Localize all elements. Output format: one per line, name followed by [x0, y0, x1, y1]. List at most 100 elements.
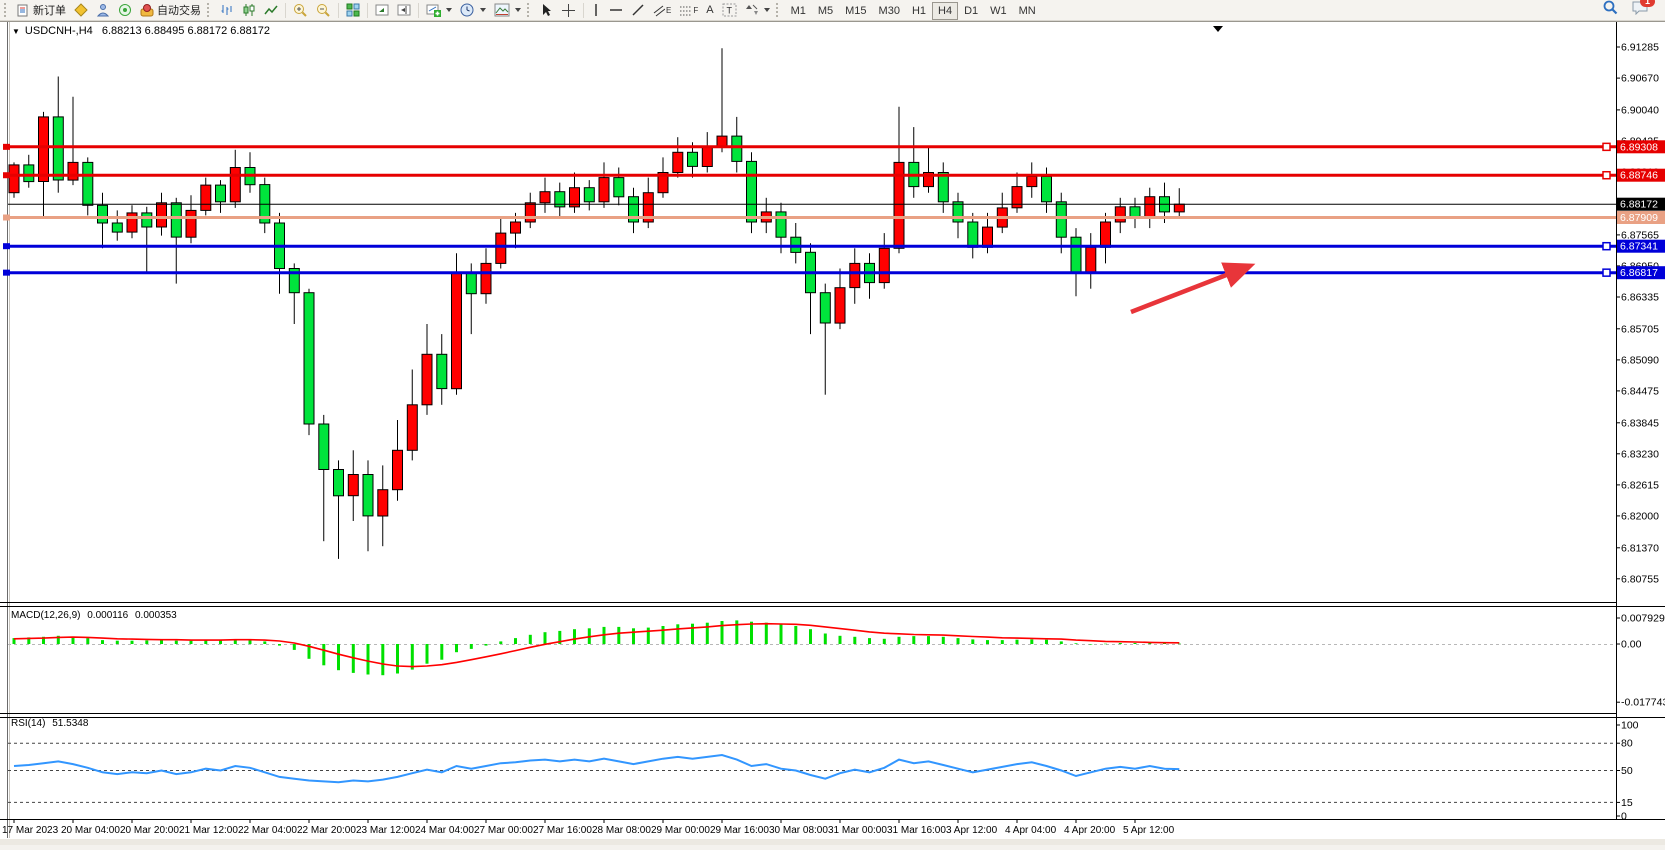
timeframe-group: M1M5M15M30H1H4D1W1MN — [785, 1, 1042, 20]
svg-text:28 Mar 08:00: 28 Mar 08:00 — [592, 825, 651, 836]
vertical-line-icon — [591, 3, 601, 17]
toolbar-grip[interactable] — [527, 3, 534, 17]
channel-icon — [653, 4, 665, 17]
svg-text:31 Mar 00:00: 31 Mar 00:00 — [828, 825, 887, 836]
zoom-in-button[interactable] — [289, 1, 312, 19]
symbols-button[interactable] — [70, 1, 92, 19]
svg-text:100: 100 — [1621, 720, 1639, 732]
signals-button[interactable] — [114, 1, 136, 19]
rsi-value: 51.5348 — [52, 718, 88, 729]
macd-label: MACD(12,26,9) 0.000116 0.000353 — [11, 610, 177, 621]
auto-scroll-button[interactable] — [371, 1, 393, 19]
svg-text:6.90670: 6.90670 — [1621, 73, 1659, 85]
toolbar-grip[interactable] — [776, 3, 783, 17]
chart-window: ▼USDCNH-,H4 6.88213 6.88495 6.88172 6.88… — [0, 21, 1665, 845]
resistance-line-2-handle[interactable] — [1603, 172, 1610, 179]
timeframe-d1-button[interactable]: D1 — [958, 2, 984, 20]
toolbar-grip[interactable] — [207, 3, 214, 17]
chart-shift-button[interactable] — [393, 1, 415, 19]
svg-text:20 Mar 20:00: 20 Mar 20:00 — [120, 825, 179, 836]
profiles-button[interactable] — [456, 1, 490, 19]
svg-text:T: T — [726, 6, 732, 16]
chart-canvas[interactable]: 6.912856.906706.900406.894256.888106.881… — [0, 21, 1665, 845]
svg-text:20 Mar 04:00: 20 Mar 04:00 — [61, 825, 120, 836]
trendline-tool-button[interactable] — [627, 1, 649, 19]
timeframe-h4-button[interactable]: H4 — [932, 2, 958, 20]
timeframe-m15-button[interactable]: M15 — [839, 2, 872, 20]
fibonacci-sub-label: F — [693, 6, 698, 15]
toolbar: 新订单 自动交易 — [0, 0, 1665, 21]
new-order-button[interactable]: 新订单 — [13, 1, 70, 19]
svg-text:6.86335: 6.86335 — [1621, 292, 1659, 304]
svg-text:3 Apr 12:00: 3 Apr 12:00 — [946, 825, 998, 836]
crosshair-tool-button[interactable] — [557, 1, 580, 19]
svg-text:27 Mar 00:00: 27 Mar 00:00 — [474, 825, 533, 836]
candlestick-chart-icon — [242, 3, 256, 17]
horizontal-line-icon — [609, 5, 623, 15]
timeframe-mn-button[interactable]: MN — [1013, 2, 1042, 20]
resistance-line-1-handle[interactable] — [1603, 143, 1610, 150]
svg-text:6.82000: 6.82000 — [1621, 510, 1659, 522]
support-line-1-handle[interactable] — [1603, 243, 1610, 250]
notifications-button[interactable]: 1 — [1632, 0, 1649, 20]
line-chart-icon — [264, 3, 278, 17]
text-label-icon: T — [722, 3, 737, 17]
timeframe-m30-button[interactable]: M30 — [873, 2, 906, 20]
toolbar-grip[interactable] — [4, 3, 11, 17]
timeframe-h1-button[interactable]: H1 — [906, 2, 932, 20]
bar-chart-button[interactable] — [216, 1, 238, 19]
clock-icon — [460, 3, 475, 18]
svg-text:6.80755: 6.80755 — [1621, 573, 1659, 585]
svg-text:6.85090: 6.85090 — [1621, 354, 1659, 366]
chart-menu-arrow[interactable]: ▼ — [12, 27, 20, 36]
timeframe-m1-button[interactable]: M1 — [785, 2, 812, 20]
zoom-in-icon — [293, 3, 308, 18]
svg-text:6.85705: 6.85705 — [1621, 323, 1659, 335]
signals-icon — [118, 3, 132, 17]
macd-signal-value: 0.000353 — [135, 610, 177, 621]
channel-tool-button[interactable]: E — [649, 1, 675, 19]
svg-text:30 Mar 08:00: 30 Mar 08:00 — [769, 825, 828, 836]
cursor-icon — [540, 3, 553, 17]
new-chart-caret — [446, 8, 452, 12]
svg-text:6.81370: 6.81370 — [1621, 542, 1659, 554]
svg-text:15: 15 — [1621, 797, 1633, 809]
svg-text:22 Mar 20:00: 22 Mar 20:00 — [297, 825, 356, 836]
svg-text:4 Apr 20:00: 4 Apr 20:00 — [1064, 825, 1116, 836]
timeframe-w1-button[interactable]: W1 — [984, 2, 1013, 20]
fibonacci-tool-button[interactable]: F — [675, 1, 702, 19]
svg-text:80: 80 — [1621, 738, 1633, 750]
bar-chart-icon — [220, 3, 234, 17]
channel-sub-label: E — [666, 6, 671, 15]
templates-caret — [515, 8, 521, 12]
templates-button[interactable] — [490, 1, 525, 19]
svg-text:50: 50 — [1621, 765, 1633, 777]
search-button[interactable] — [1603, 0, 1618, 20]
auto-trading-button[interactable]: 自动交易 — [136, 1, 205, 19]
svg-text:6.87341: 6.87341 — [1620, 241, 1658, 253]
svg-text:4 Apr 04:00: 4 Apr 04:00 — [1005, 825, 1057, 836]
arrows-tool-icon — [745, 3, 759, 17]
new-chart-button[interactable] — [422, 1, 456, 19]
svg-text:31 Mar 16:00: 31 Mar 16:00 — [887, 825, 946, 836]
line-chart-button[interactable] — [260, 1, 282, 19]
support-line-2-handle[interactable] — [1603, 269, 1610, 276]
tile-windows-button[interactable] — [342, 1, 364, 19]
svg-text:6.89308: 6.89308 — [1620, 141, 1658, 153]
new-order-icon — [17, 4, 30, 17]
text-tool-button[interactable]: A — [702, 1, 717, 19]
data-window-button[interactable] — [92, 1, 114, 19]
candlestick-chart-button[interactable] — [238, 1, 260, 19]
vertical-line-tool-button[interactable] — [587, 1, 605, 19]
svg-text:6.86817: 6.86817 — [1620, 267, 1658, 279]
timeframe-m5-button[interactable]: M5 — [812, 2, 839, 20]
template-icon — [494, 3, 510, 17]
svg-text:21 Mar 12:00: 21 Mar 12:00 — [179, 825, 238, 836]
horizontal-line-tool-button[interactable] — [605, 1, 627, 19]
svg-text:6.88172: 6.88172 — [1620, 199, 1658, 211]
cursor-tool-button[interactable] — [536, 1, 557, 19]
zoom-out-button[interactable] — [312, 1, 335, 19]
arrows-tool-button[interactable] — [741, 1, 774, 19]
text-label-tool-button[interactable]: T — [718, 1, 741, 19]
auto-trading-icon — [140, 3, 154, 17]
